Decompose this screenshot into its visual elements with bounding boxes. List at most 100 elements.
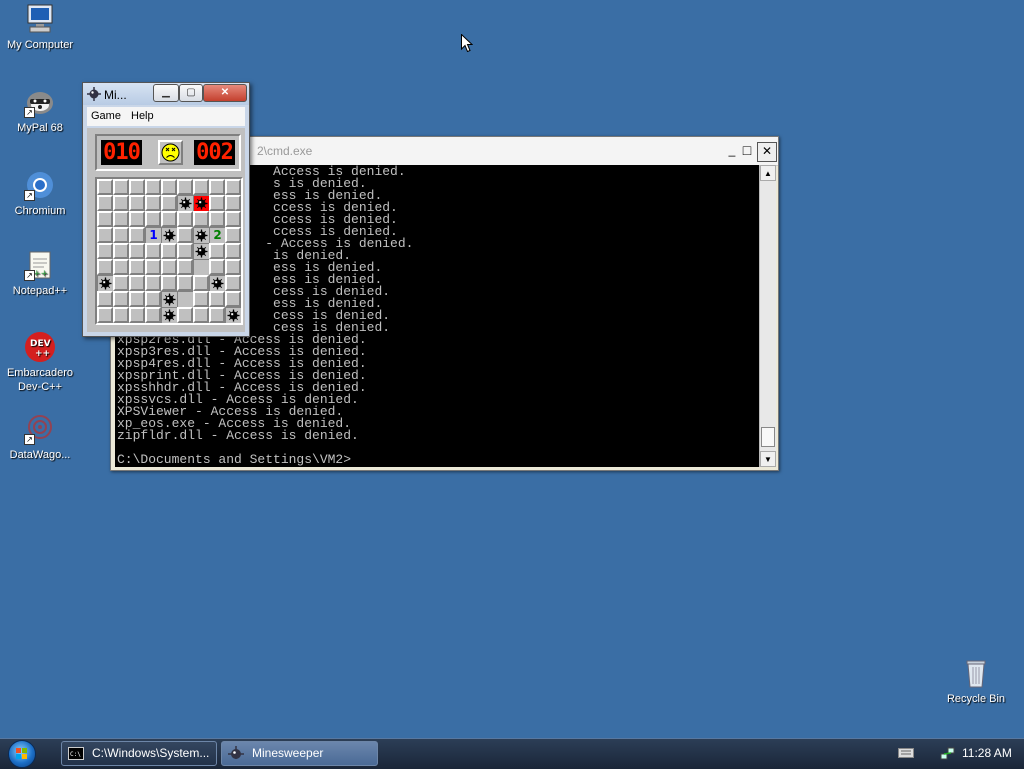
closed-cell[interactable] <box>209 259 225 275</box>
mine-grid[interactable]: 12 <box>95 177 243 325</box>
closed-cell[interactable] <box>209 291 225 307</box>
closed-cell[interactable] <box>129 243 145 259</box>
mine-cell[interactable] <box>161 291 177 307</box>
closed-cell[interactable] <box>177 227 193 243</box>
mine-cell[interactable] <box>97 275 113 291</box>
closed-cell[interactable] <box>193 291 209 307</box>
closed-cell[interactable] <box>129 259 145 275</box>
closed-cell[interactable] <box>97 307 113 323</box>
closed-cell[interactable] <box>129 227 145 243</box>
closed-cell[interactable] <box>193 275 209 291</box>
clock[interactable]: 11:28 AM <box>962 746 1012 760</box>
desktop-icon-datawagon[interactable]: ↗ DataWago... <box>0 413 82 462</box>
close-button[interactable]: ✕ <box>757 142 777 162</box>
minesweeper-titlebar[interactable]: Mi... ▁ ▢ ✕ <box>83 83 249 105</box>
closed-cell[interactable] <box>225 227 241 243</box>
closed-cell[interactable] <box>145 307 161 323</box>
closed-cell[interactable] <box>161 195 177 211</box>
closed-cell[interactable] <box>97 179 113 195</box>
closed-cell[interactable] <box>209 307 225 323</box>
closed-cell[interactable] <box>177 211 193 227</box>
taskbar-button-cmd[interactable]: C:\ C:\Windows\System... <box>61 741 217 766</box>
closed-cell[interactable] <box>145 179 161 195</box>
closed-cell[interactable] <box>177 307 193 323</box>
closed-cell[interactable] <box>129 195 145 211</box>
closed-cell[interactable] <box>113 243 129 259</box>
desktop-icon-devcpp[interactable]: DEV ++ Embarcadero Dev-C++ <box>0 331 82 394</box>
closed-cell[interactable] <box>225 243 241 259</box>
closed-cell[interactable] <box>225 195 241 211</box>
closed-cell[interactable] <box>209 211 225 227</box>
desktop-icon-recycle-bin[interactable]: Recycle Bin <box>934 657 1018 706</box>
closed-cell[interactable] <box>225 291 241 307</box>
mine-cell[interactable] <box>193 243 209 259</box>
start-button[interactable] <box>8 740 36 768</box>
closed-cell[interactable] <box>97 291 113 307</box>
desktop-icon-notepadpp[interactable]: ++ ↗ Notepad++ <box>0 249 82 298</box>
closed-cell[interactable] <box>161 275 177 291</box>
mine-cell[interactable] <box>225 307 241 323</box>
scroll-thumb[interactable] <box>761 427 775 447</box>
closed-cell[interactable] <box>225 259 241 275</box>
mine-cell[interactable] <box>161 227 177 243</box>
closed-cell[interactable] <box>145 259 161 275</box>
closed-cell[interactable] <box>145 275 161 291</box>
closed-cell[interactable] <box>209 243 225 259</box>
open-cell[interactable] <box>193 259 209 275</box>
desktop-icon-mypal[interactable]: ↗ MyPal 68 <box>0 86 82 135</box>
number-cell[interactable]: 2 <box>209 227 225 243</box>
closed-cell[interactable] <box>177 179 193 195</box>
closed-cell[interactable] <box>145 291 161 307</box>
closed-cell[interactable] <box>97 195 113 211</box>
closed-cell[interactable] <box>145 211 161 227</box>
closed-cell[interactable] <box>129 307 145 323</box>
number-cell[interactable]: 1 <box>145 227 161 243</box>
mine-cell-exploded[interactable] <box>193 195 209 211</box>
closed-cell[interactable] <box>113 211 129 227</box>
scrollbar[interactable]: ▲ ▼ <box>759 165 776 467</box>
closed-cell[interactable] <box>113 195 129 211</box>
closed-cell[interactable] <box>129 211 145 227</box>
close-button[interactable]: ✕ <box>203 84 247 102</box>
desktop-icon-chromium[interactable]: ↗ Chromium <box>0 169 82 218</box>
minimize-button[interactable]: ▁ <box>153 84 179 102</box>
keyboard-icon[interactable] <box>898 748 914 758</box>
maximize-button[interactable]: □ <box>738 142 756 160</box>
closed-cell[interactable] <box>113 259 129 275</box>
closed-cell[interactable] <box>193 179 209 195</box>
closed-cell[interactable] <box>193 307 209 323</box>
menu-help[interactable]: Help <box>131 110 154 122</box>
closed-cell[interactable] <box>209 195 225 211</box>
closed-cell[interactable] <box>113 179 129 195</box>
menu-game[interactable]: Game <box>91 110 121 122</box>
closed-cell[interactable] <box>97 211 113 227</box>
closed-cell[interactable] <box>129 291 145 307</box>
scroll-up-arrow-icon[interactable]: ▲ <box>760 165 776 181</box>
open-cell[interactable] <box>177 291 193 307</box>
closed-cell[interactable] <box>161 259 177 275</box>
minesweeper-window[interactable]: Mi... ▁ ▢ ✕ Game Help 010 002 12 <box>82 82 250 337</box>
closed-cell[interactable] <box>145 195 161 211</box>
reset-face-button[interactable] <box>158 140 183 165</box>
closed-cell[interactable] <box>97 227 113 243</box>
mine-cell[interactable] <box>193 227 209 243</box>
closed-cell[interactable] <box>225 211 241 227</box>
maximize-button[interactable]: ▢ <box>179 84 203 102</box>
closed-cell[interactable] <box>97 243 113 259</box>
closed-cell[interactable] <box>113 291 129 307</box>
network-icon[interactable] <box>940 745 956 761</box>
closed-cell[interactable] <box>161 211 177 227</box>
closed-cell[interactable] <box>177 275 193 291</box>
mine-cell[interactable] <box>209 275 225 291</box>
closed-cell[interactable] <box>145 243 161 259</box>
mine-cell[interactable] <box>161 307 177 323</box>
desktop-icon-my-computer[interactable]: My Computer <box>0 3 82 52</box>
closed-cell[interactable] <box>161 179 177 195</box>
closed-cell[interactable] <box>97 259 113 275</box>
closed-cell[interactable] <box>129 275 145 291</box>
closed-cell[interactable] <box>113 307 129 323</box>
closed-cell[interactable] <box>193 211 209 227</box>
closed-cell[interactable] <box>161 243 177 259</box>
closed-cell[interactable] <box>225 179 241 195</box>
closed-cell[interactable] <box>209 179 225 195</box>
